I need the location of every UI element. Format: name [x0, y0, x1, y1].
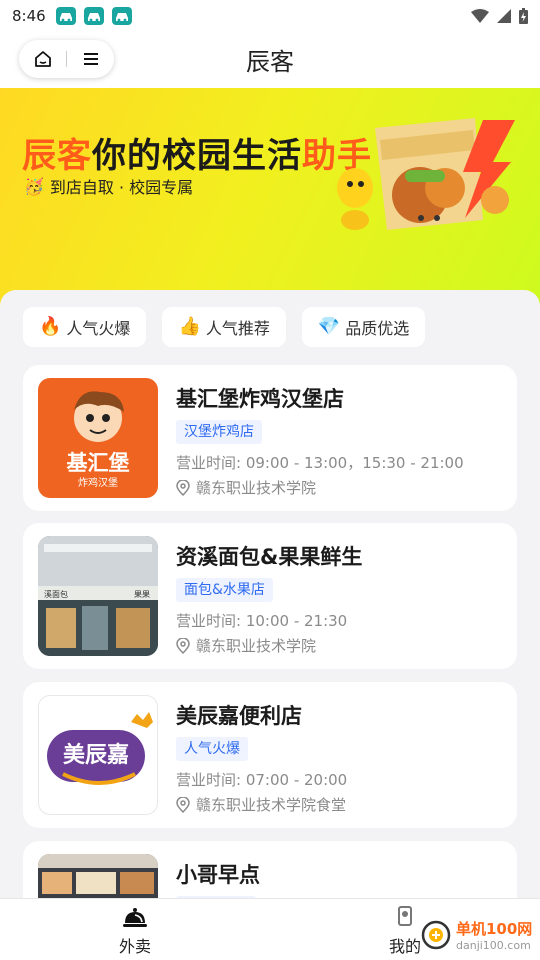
status-indicators — [471, 8, 528, 24]
banner-subtitle-text: 到店自取 · 校园专属 — [49, 178, 194, 197]
svg-text:美辰嘉: 美辰嘉 — [63, 742, 129, 768]
car-app-icon — [83, 7, 104, 25]
diamond-icon: 💎 — [317, 316, 341, 337]
shop-logo: 基汇堡 炸鸡汉堡 — [38, 378, 158, 498]
chip-label: 人气火爆 — [66, 319, 131, 338]
food-bag-illustration — [337, 118, 515, 230]
car-app-icon — [55, 7, 76, 25]
shop-category-tag: 面包&水果店 — [176, 578, 273, 602]
category-chips: 🔥 人气火爆 👍 人气推荐 💎 品质优选 — [23, 307, 426, 347]
shop-category-tag: 人气火爆 — [176, 737, 248, 761]
shop-name: 美辰嘉便利店 — [176, 704, 302, 728]
status-bar: 8:46 — [0, 0, 540, 32]
chip-label: 人气推荐 — [205, 319, 270, 338]
shop-location-text: 赣东职业技术学院食堂 — [196, 796, 347, 814]
fire-icon: 🔥 — [39, 316, 62, 337]
shop-hours: 营业时间: 10:00 - 21:30 — [176, 612, 348, 630]
watermark-line1: 单机100网 — [456, 920, 533, 938]
nav-mine-label: 我的 — [388, 937, 421, 956]
shop-location-text: 赣东职业技术学院 — [196, 479, 317, 497]
shop-location: 赣东职业技术学院 — [176, 477, 316, 498]
location-pin-icon — [176, 637, 190, 654]
header-bar: 辰客 — [0, 32, 540, 88]
shop-card[interactable]: 美辰嘉 美辰嘉便利店 人气火爆 营业时间: 07:00 - 20:00 赣东职业… — [23, 682, 517, 828]
slogan-middle: 你的校园生活 — [92, 136, 302, 176]
site-watermark: 单机100网 danji100.com — [420, 918, 532, 952]
thumbs-up-icon: 👍 — [178, 316, 201, 337]
nav-takeout[interactable]: 外卖 — [95, 903, 175, 957]
shop-location: 赣东职业技术学院食堂 — [176, 794, 346, 815]
convenience-store-logo: 美辰嘉 — [47, 712, 153, 785]
breakfast-shop-photo — [38, 854, 158, 894]
banner-subtitle: 🥳 到店自取 · 校园专属 — [24, 174, 193, 198]
location-pin-icon — [176, 479, 190, 496]
svg-text:炸鸡汉堡: 炸鸡汉堡 — [78, 476, 118, 489]
chip-quality[interactable]: 💎 品质优选 — [301, 307, 426, 347]
shop-location: 赣东职业技术学院 — [176, 635, 316, 656]
shop-card[interactable]: 小哥早点 — [23, 841, 517, 900]
shop-name: 小哥早点 — [176, 863, 260, 887]
watermark-text: 单机100网 danji100.com — [456, 918, 532, 952]
chip-label: 品质优选 — [345, 319, 410, 338]
chip-hot[interactable]: 🔥 人气火爆 — [23, 307, 147, 347]
svg-text:溪面包: 溪面包 — [44, 589, 68, 599]
bakery-storefront-photo: 溪面包 果果 — [38, 536, 158, 656]
chip-recommended[interactable]: 👍 人气推荐 — [162, 307, 286, 347]
status-time: 8:46 — [12, 7, 46, 25]
shop-location-text: 赣东职业技术学院 — [196, 637, 317, 655]
shop-name: 资溪面包&果果鲜生 — [176, 545, 363, 569]
svg-text:果果: 果果 — [134, 590, 150, 599]
party-face-icon: 🥳 — [24, 176, 44, 196]
shop-card[interactable]: 基汇堡 炸鸡汉堡 基汇堡炸鸡汉堡店 汉堡炸鸡店 营业时间: 09:00 - 13… — [23, 365, 517, 511]
profile-badge-icon — [398, 906, 412, 926]
shop-name: 基汇堡炸鸡汉堡店 — [176, 387, 344, 411]
car-app-icon — [111, 7, 132, 25]
page-title: 辰客 — [246, 48, 294, 76]
shop-hours: 营业时间: 07:00 - 20:00 — [176, 771, 348, 789]
food-cloche-icon — [123, 908, 147, 927]
battery-icon — [519, 8, 528, 24]
watermark-line2: danji100.com — [456, 939, 531, 952]
location-pin-icon — [176, 796, 190, 813]
shop-hours: 营业时间: 09:00 - 13:00，15:30 - 21:00 — [176, 454, 464, 472]
signal-icon — [497, 9, 511, 23]
shop-card[interactable]: 溪面包 果果 资溪面包&果果鲜生 面包&水果店 营业时间: 10:00 - 21… — [23, 523, 517, 669]
nav-takeout-label: 外卖 — [118, 937, 151, 956]
wifi-icon — [471, 9, 489, 23]
svg-text:基汇堡: 基汇堡 — [67, 451, 130, 475]
slogan-brand: 辰客 — [22, 136, 92, 176]
shop-logo: 溪面包 果果 — [38, 536, 158, 656]
shop-logo: 美辰嘉 — [38, 695, 158, 815]
banner-slogan: 辰客你的校园生活助手 — [22, 128, 372, 177]
watermark-logo-icon — [421, 920, 451, 950]
shop-logo — [38, 854, 158, 900]
shop-category-tag: 汉堡炸鸡店 — [176, 420, 262, 444]
burger-mascot-logo: 基汇堡 炸鸡汉堡 — [67, 391, 130, 489]
content-panel: 🔥 人气火爆 👍 人气推荐 💎 品质优选 基汇堡 炸鸡汉堡 基汇堡炸鸡汉堡店 汉… — [0, 290, 540, 900]
